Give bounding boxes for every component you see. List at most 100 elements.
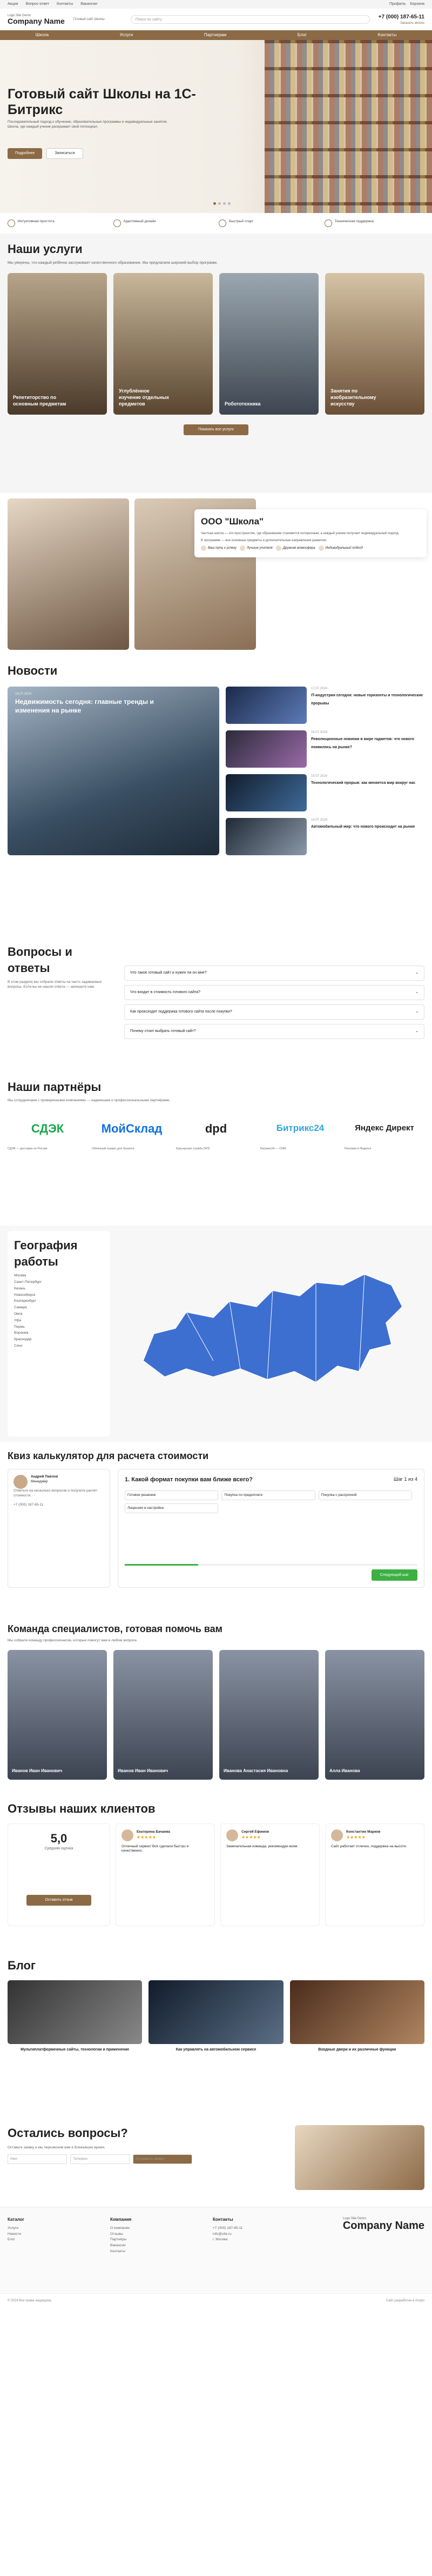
profile-link[interactable]: Профиль <box>389 2 406 6</box>
service-card[interactable]: Репетиторство по основным предметам <box>8 273 107 415</box>
quiz-option[interactable]: Покупка по предоплате <box>221 1490 315 1501</box>
search-input[interactable]: Поиск по сайту <box>130 15 370 24</box>
faq-item[interactable]: Что входит в стоимость готового сайта? ⌄ <box>124 985 424 1000</box>
city-item[interactable]: Москва <box>14 1274 104 1279</box>
faq-item[interactable]: Что такое готовый сайт и нужен ли он мне… <box>124 966 424 981</box>
services-intro: Мы уверены, что каждый ребёнок заслужива… <box>8 261 218 265</box>
city-item[interactable]: Пермь <box>14 1325 104 1330</box>
manager-phone[interactable]: +7 (000) 187-65-11 <box>14 1503 104 1508</box>
section-title: Новости <box>8 664 58 677</box>
service-card[interactable]: Углублённое изучение отдельных предметов <box>113 273 213 415</box>
footer-link[interactable]: г. Москва <box>213 2238 299 2242</box>
footer-link[interactable]: Контакты <box>110 2249 197 2254</box>
faq-item[interactable]: Почему стоит выбрать готовый сайт? ⌄ <box>124 1024 424 1039</box>
city-item[interactable]: Уфа <box>14 1319 104 1323</box>
topbar-link[interactable]: Контакты <box>57 2 73 6</box>
partner-card[interactable]: dpd Курьерская служба DPD <box>176 1109 256 1169</box>
tagline: Готовый сайт Школы <box>73 17 105 21</box>
partner-card[interactable]: Яндекс Директ Реклама в Яндексе <box>345 1109 424 1169</box>
faq-section: Вопросы и ответы В этом разделе мы собрал… <box>0 936 432 1071</box>
footer-link[interactable]: Вакансии <box>110 2244 197 2248</box>
services-section: Наши услуги Мы уверены, что каждый ребён… <box>0 234 432 493</box>
russia-map[interactable] <box>121 1231 424 1436</box>
hero-more-button[interactable]: Подробнее <box>8 148 43 159</box>
quiz-step: Шаг 1 из 4 <box>394 1476 417 1482</box>
faq-item[interactable]: Как происходит поддержка готового сайта … <box>124 1004 424 1020</box>
partner-card[interactable]: Битрикс24 Битрикс24 — CRM <box>260 1109 340 1169</box>
hero-title: Готовый сайт Школы на 1С-Битрикс <box>8 86 196 117</box>
nav-item[interactable]: Партнерам <box>204 32 226 38</box>
footer-link[interactable]: +7 (000) 187-65-11 <box>213 2226 299 2231</box>
submit-button[interactable]: Отправить заявку <box>133 2154 192 2165</box>
blog-card[interactable]: Входные двери и их различные функции <box>289 1980 424 2067</box>
section-title: Отзывы наших клиентов <box>8 1802 156 1815</box>
footer-link[interactable]: Услуги <box>8 2226 94 2231</box>
nav-item[interactable]: Услуги <box>120 32 133 38</box>
contact-section: Остались вопросы? Оставьте заявку и мы п… <box>0 2118 432 2207</box>
partner-card[interactable]: СДЭК СДЭК — доставка по России <box>8 1109 87 1169</box>
quiz-question: 1. Какой формат покупки вам ближе всего? <box>125 1476 253 1483</box>
logo[interactable]: Logo Site Demo Company Name <box>8 14 65 25</box>
nav-item[interactable]: Блог <box>298 32 307 38</box>
service-card[interactable]: Занятия по изобразительному искусству <box>325 273 424 415</box>
blog-card[interactable]: Мультиплатформенные сайты, технологии и … <box>8 1980 143 2067</box>
phone-field[interactable]: Телефон <box>70 2154 130 2165</box>
city-item[interactable]: Омск <box>14 1312 104 1317</box>
city-item[interactable]: Санкт-Петербург <box>14 1280 104 1285</box>
footer-link[interactable]: info@site.ru <box>213 2232 299 2237</box>
nav-item[interactable]: Контакты <box>378 32 397 38</box>
city-item[interactable]: Екатеринбург <box>14 1299 104 1304</box>
all-services-button[interactable]: Показать все услуги <box>184 424 248 436</box>
footer-link[interactable]: Партнёры <box>110 2238 197 2242</box>
quiz-option[interactable]: Готовое решение <box>125 1490 219 1501</box>
city-item[interactable]: Казань <box>14 1287 104 1292</box>
slider-dots[interactable] <box>213 202 231 205</box>
team-card[interactable]: Иванов Иван Иванович <box>113 1650 213 1780</box>
team-card[interactable]: Алла Иванова <box>325 1650 424 1780</box>
topbar-link[interactable]: Вакансии <box>80 2 97 6</box>
news-item[interactable]: 15.07.2024 Технологический прорыв: как ме… <box>226 774 424 811</box>
hero-signup-button[interactable]: Записаться <box>46 148 83 159</box>
name-field[interactable]: Имя <box>8 2154 67 2165</box>
footer-link[interactable]: Блог <box>8 2238 94 2242</box>
manager-card: Андрей Павлов Менеджер Ответьте на нескол… <box>8 1469 110 1588</box>
hero-banner: Готовый сайт Школы на 1С-Битрикс Последо… <box>0 40 432 213</box>
footer-link[interactable]: О компании <box>110 2226 197 2231</box>
main-nav: Школа Услуги Партнерам Блог Контакты <box>0 30 432 40</box>
partner-card[interactable]: МойСклад Облачный сервис для бизнеса <box>92 1109 172 1169</box>
phone-number[interactable]: +7 (000) 187-65-11 Заказать звонок <box>379 14 424 25</box>
news-item[interactable]: 16.07.2024 Революционные новинки в мире г… <box>226 730 424 768</box>
quiz-option[interactable]: Покупка с рассрочкой <box>318 1490 413 1501</box>
service-card[interactable]: Робототехника <box>219 273 319 415</box>
leave-review-button[interactable]: Оставить отзыв <box>26 1894 91 1906</box>
section-title: Блог <box>8 1959 36 1972</box>
avatar <box>226 1829 238 1841</box>
section-title: Наши партнёры <box>8 1080 102 1094</box>
city-item[interactable]: Воронеж <box>14 1331 104 1336</box>
blog-card[interactable]: Как управлять на автомобильном сервисе <box>148 1980 284 2067</box>
team-card[interactable]: Иванов Иван Иванович <box>8 1650 107 1780</box>
city-item[interactable]: Новосибирск <box>14 1293 104 1298</box>
section-title: Наши услуги <box>8 242 83 256</box>
footer-logo[interactable]: Logo Site Demo Company Name <box>343 2217 424 2284</box>
topbar-link[interactable]: Акции <box>8 2 18 6</box>
news-featured[interactable]: 18.07.2024 Недвижимость сегодня: главные … <box>8 686 219 855</box>
developer-link[interactable]: Сайт разработан в Аспро <box>386 2299 424 2303</box>
footer-link[interactable]: Новости <box>8 2232 94 2237</box>
footer-bottom: © 2024 Все права защищены Сайт разработа… <box>0 2293 432 2308</box>
news-item[interactable]: 14.07.2024 Автомобильный мир: что нового … <box>226 817 424 855</box>
city-item[interactable]: Сочи <box>14 1344 104 1349</box>
quiz-option[interactable]: Лицензия и настройка <box>125 1503 219 1514</box>
news-item[interactable]: 17.07.2024 IT-индустрия сегодня: новые го… <box>226 686 424 724</box>
next-step-button[interactable]: Следующий шаг <box>371 1569 417 1581</box>
about-photo <box>8 498 129 650</box>
about-section: ООО "Школа" Частная школа — это простран… <box>0 493 432 655</box>
nav-item[interactable]: Школа <box>36 32 49 38</box>
city-item[interactable]: Самара <box>14 1306 104 1310</box>
topbar-link[interactable]: Вопрос-ответ <box>26 2 49 6</box>
city-item[interactable]: Краснодар <box>14 1337 104 1342</box>
footer-link[interactable]: Отзывы <box>110 2232 197 2237</box>
team-card[interactable]: Иванова Анастасия Ивановна <box>219 1650 319 1780</box>
review-card: Екатерина Бачаева ★★★★★ Отличный сервис! В… <box>116 1823 215 1926</box>
cart-link[interactable]: Корзина <box>410 2 424 6</box>
